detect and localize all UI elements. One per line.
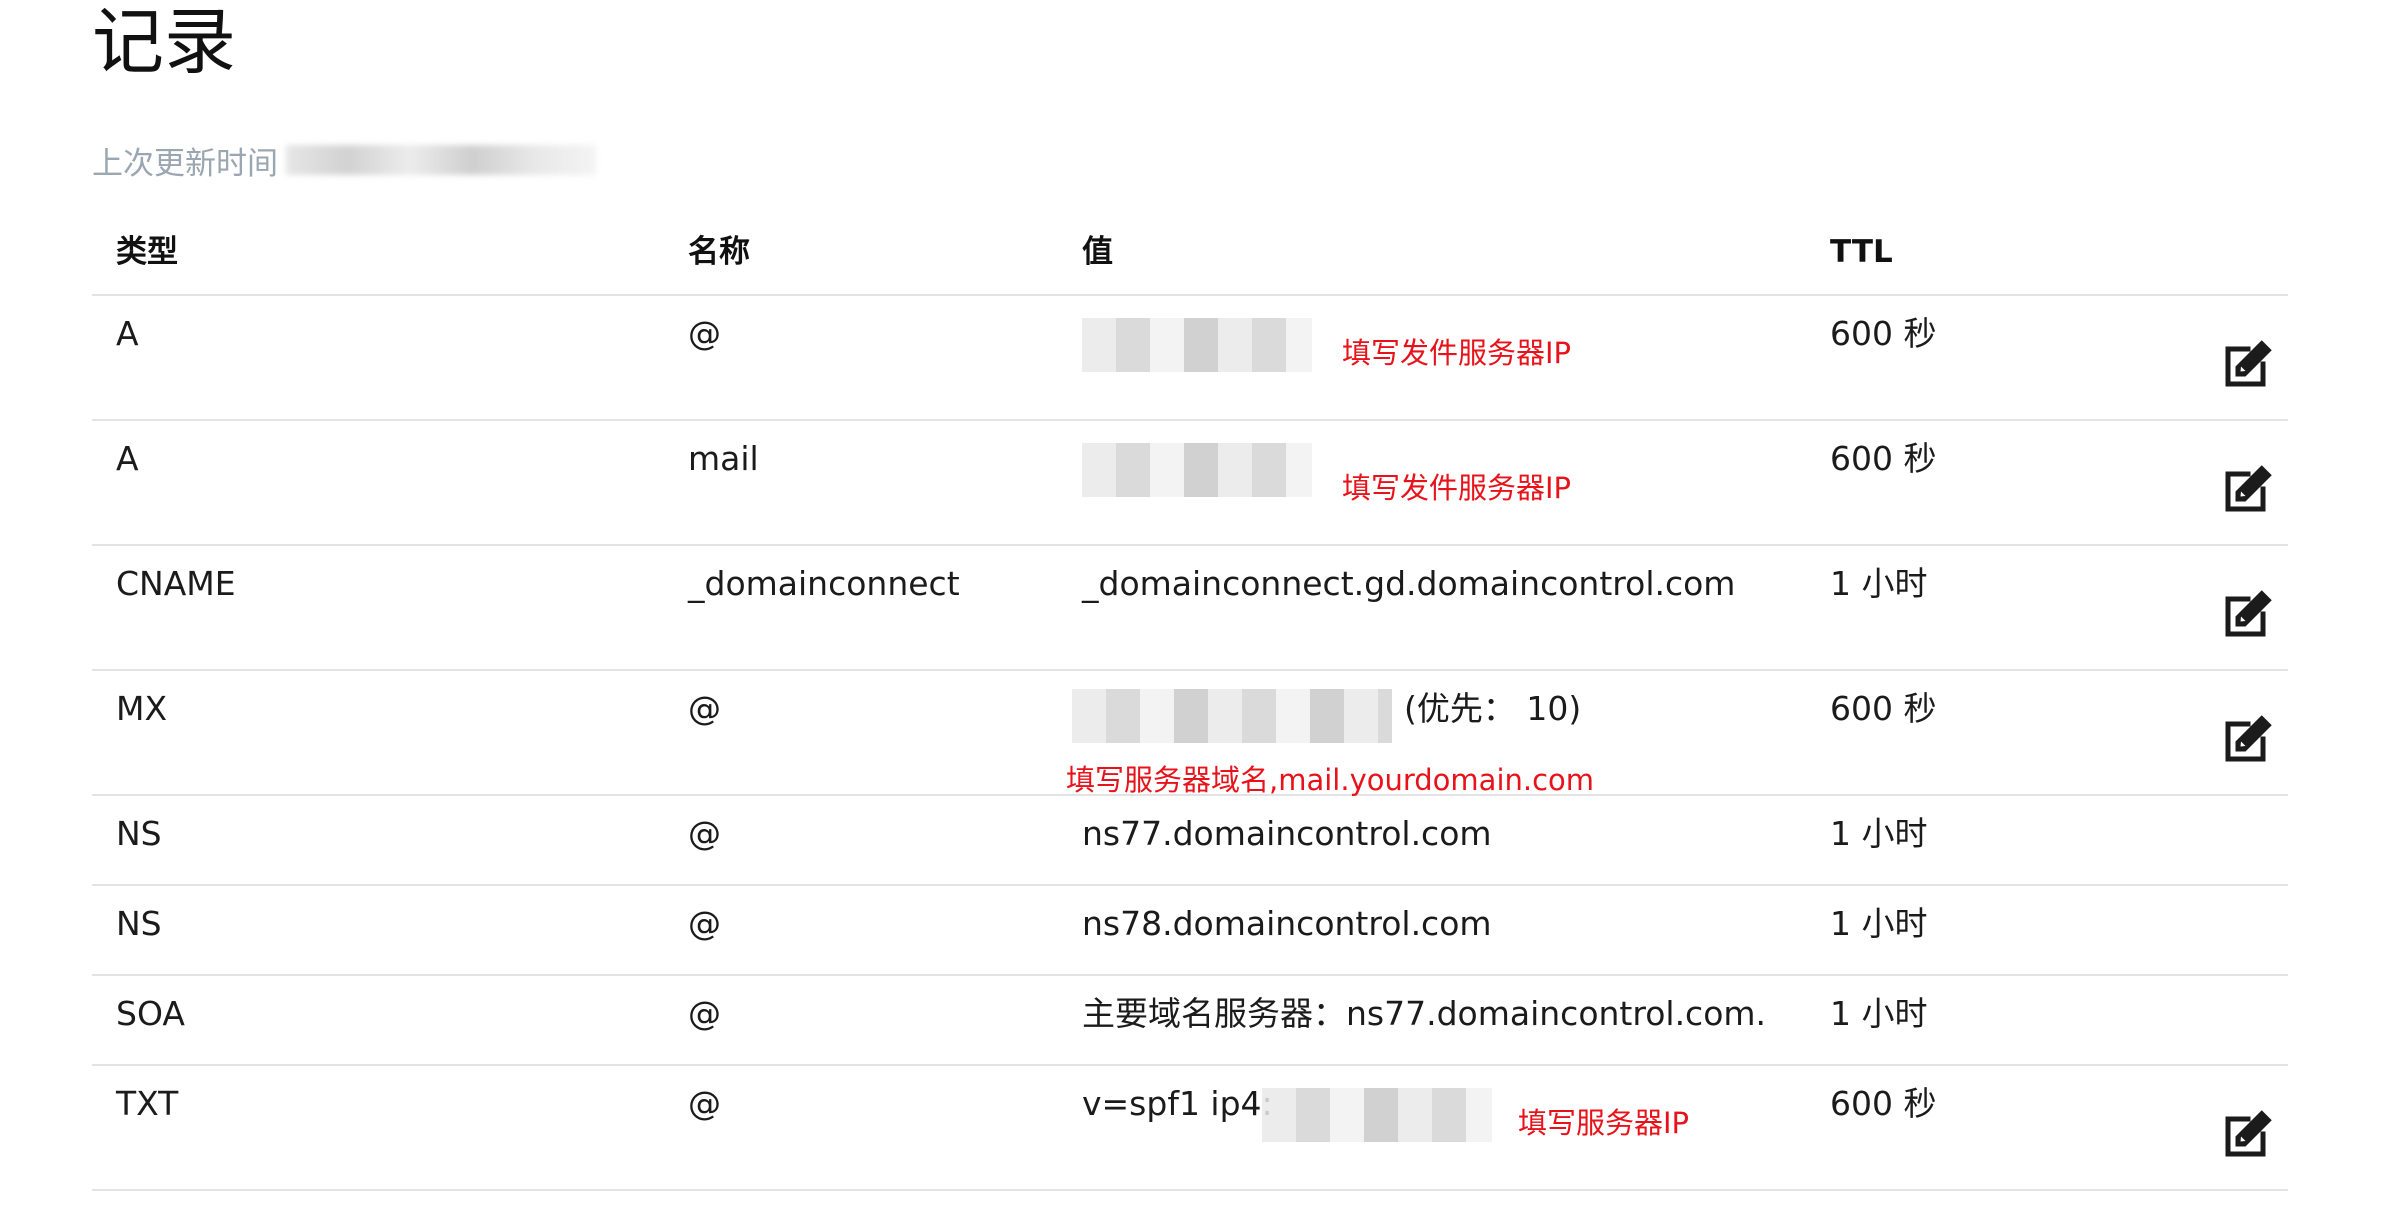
table-row: MX @ (优先： 10) 填写服务器域名,mail.yourdomain.co… xyxy=(92,671,2288,797)
annotation-note: 填写服务器域名,mail.yourdomain.com xyxy=(1066,763,1595,797)
record-value-redacted xyxy=(1262,1088,1492,1142)
edit-icon xyxy=(2225,465,2272,512)
record-value-redacted xyxy=(1082,318,1312,372)
edit-icon xyxy=(2225,590,2272,637)
table-row: CNAME _domainconnect _domainconnect.gd.d… xyxy=(92,546,2288,671)
record-type: CNAME xyxy=(116,564,236,603)
table-row: A mail 填写发件服务器IP 600 秒 xyxy=(92,421,2288,546)
record-name: mail xyxy=(688,439,759,478)
record-type: A xyxy=(116,314,139,353)
last-updated: 上次更新时间 xyxy=(92,140,596,182)
last-updated-value-redacted xyxy=(286,145,596,175)
record-value: ns78.domaincontrol.com xyxy=(1082,904,1492,943)
record-value: 主要域名服务器：ns77.domaincontrol.com. xyxy=(1082,994,1767,1033)
column-header-value: 值 xyxy=(1082,234,1113,270)
record-ttl: 600 秒 xyxy=(1830,1084,1937,1123)
record-value-redacted xyxy=(1082,443,1312,497)
edit-record-button[interactable] xyxy=(2218,1104,2278,1164)
column-header-ttl: TTL xyxy=(1830,234,1893,270)
record-type: SOA xyxy=(116,994,185,1033)
last-updated-label: 上次更新时间 xyxy=(92,145,278,182)
record-ttl: 1 小时 xyxy=(1830,814,1928,853)
record-ttl: 600 秒 xyxy=(1830,689,1937,728)
record-ttl: 1 小时 xyxy=(1830,904,1928,943)
record-type: NS xyxy=(116,904,162,943)
table-row: TXT @ v=spf1 ip4: 填写服务器IP 600 秒 xyxy=(92,1066,2288,1191)
annotation-note: 填写发件服务器IP xyxy=(1342,471,1572,505)
record-ttl: 1 小时 xyxy=(1830,994,1928,1033)
record-value: ns77.domaincontrol.com xyxy=(1082,814,1492,853)
record-name: @ xyxy=(688,1084,721,1123)
record-value: v=spf1 ip4: xyxy=(1082,1084,1273,1123)
edit-icon xyxy=(2225,340,2272,387)
record-name: _domainconnect xyxy=(688,564,960,603)
edit-record-button[interactable] xyxy=(2218,334,2278,394)
record-name: @ xyxy=(688,904,721,943)
record-type: NS xyxy=(116,814,162,853)
record-type: TXT xyxy=(116,1084,179,1123)
edit-record-button[interactable] xyxy=(2218,459,2278,519)
table-row: SOA @ 主要域名服务器：ns77.domaincontrol.com. 1 … xyxy=(92,976,2288,1066)
record-ttl: 600 秒 xyxy=(1830,314,1937,353)
page-title: 记录 xyxy=(92,0,237,84)
column-header-type: 类型 xyxy=(116,234,178,270)
record-ttl: 600 秒 xyxy=(1830,439,1937,478)
edit-record-button[interactable] xyxy=(2218,709,2278,769)
table-header: 类型 名称 值 TTL xyxy=(92,210,2288,296)
record-value-redacted xyxy=(1072,689,1392,743)
record-type: A xyxy=(116,439,139,478)
record-ttl: 1 小时 xyxy=(1830,564,1928,603)
record-value-priority: (优先： 10) xyxy=(1404,689,1582,728)
annotation-note: 填写服务器IP xyxy=(1518,1106,1690,1140)
record-name: @ xyxy=(688,314,721,353)
column-header-name: 名称 xyxy=(688,234,750,270)
table-row: NS @ ns78.domaincontrol.com 1 小时 xyxy=(92,886,2288,976)
annotation-note: 填写发件服务器IP xyxy=(1342,336,1572,370)
table-row: NS @ ns77.domaincontrol.com 1 小时 xyxy=(92,796,2288,886)
edit-icon xyxy=(2225,715,2272,762)
record-name: @ xyxy=(688,814,721,853)
record-name: @ xyxy=(688,689,721,728)
edit-icon xyxy=(2225,1110,2272,1157)
edit-record-button[interactable] xyxy=(2218,584,2278,644)
record-name: @ xyxy=(688,994,721,1033)
table-row: A @ 填写发件服务器IP 600 秒 xyxy=(92,296,2288,421)
record-value: _domainconnect.gd.domaincontrol.com xyxy=(1082,564,1736,603)
dns-records-table: 类型 名称 值 TTL A @ 填写发件服务器IP 600 秒 A mail 填… xyxy=(92,210,2288,1191)
record-type: MX xyxy=(116,689,168,728)
